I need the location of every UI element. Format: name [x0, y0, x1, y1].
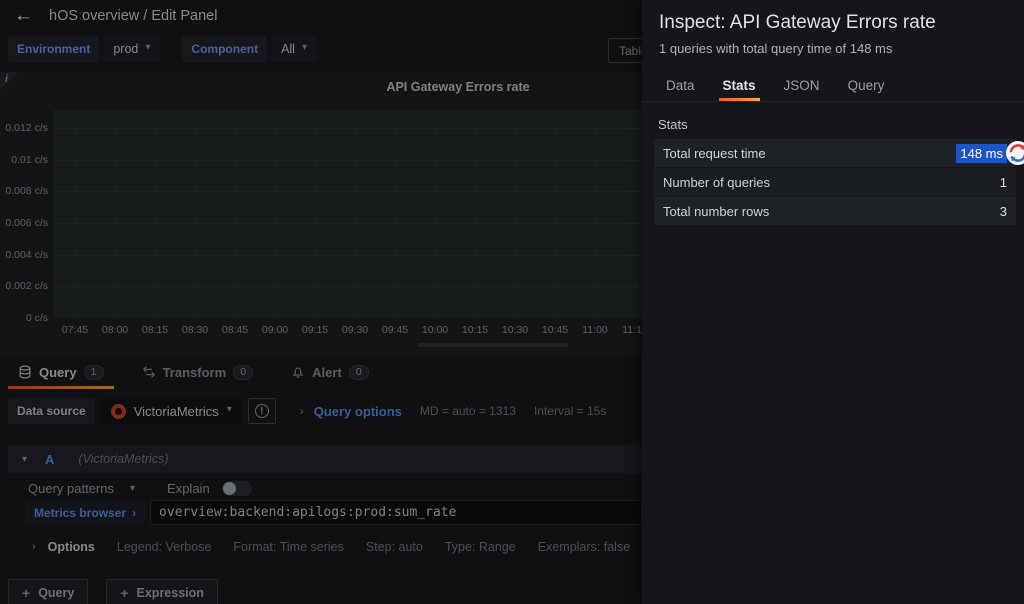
inspect-tab-query[interactable]: Query [848, 78, 885, 101]
inspect-title: Inspect: API Gateway Errors rate [659, 12, 936, 34]
stat-value: 3 [1000, 204, 1007, 219]
inspect-drawer: Inspect: API Gateway Errors rate 1 queri… [642, 0, 1024, 604]
stat-row-number-of-queries: Number of queries 1 [654, 168, 1016, 196]
stats-section-label: Stats [658, 117, 688, 132]
stats-table: Total request time 148 ms Number of quer… [654, 139, 1016, 226]
inspect-tab-stats[interactable]: Stats [723, 78, 756, 101]
stat-value-selected[interactable]: 148 ms [956, 144, 1007, 163]
sync-cursor-icon [1005, 140, 1024, 166]
stat-row-total-request-time: Total request time 148 ms [654, 139, 1016, 167]
stat-row-total-number-rows: Total number rows 3 [654, 197, 1016, 225]
drawer-backdrop[interactable] [0, 0, 642, 604]
inspect-subtitle: 1 queries with total query time of 148 m… [659, 41, 892, 56]
inspect-tab-json[interactable]: JSON [784, 78, 820, 101]
stat-value: 1 [1000, 175, 1007, 190]
inspect-tab-data[interactable]: Data [666, 78, 695, 101]
stat-label: Number of queries [663, 175, 770, 190]
stat-label: Total number rows [663, 204, 769, 219]
inspect-tab-bar: Data Stats JSON Query [642, 76, 1024, 102]
edit-panel-pane: ← hOS overview / Edit Panel Environment … [0, 0, 642, 604]
grafana-edit-panel-screen: ← hOS overview / Edit Panel Environment … [0, 0, 1024, 604]
stat-label: Total request time [663, 146, 766, 161]
